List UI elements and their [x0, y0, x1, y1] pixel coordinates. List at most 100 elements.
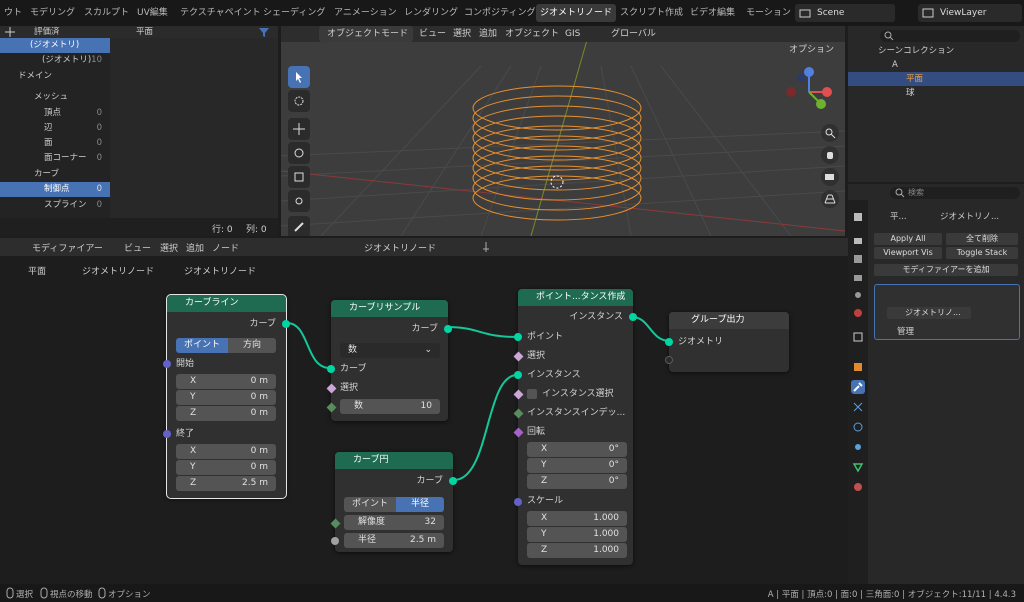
mode-points-toggle[interactable]: ポイント	[344, 497, 396, 512]
properties-search[interactable]: 検索	[890, 187, 1020, 199]
camera-view-button[interactable]	[821, 168, 839, 186]
outliner-item[interactable]: 球	[848, 86, 1024, 100]
mode-dropdown[interactable]: 数 ⌄	[340, 343, 440, 358]
menu-gis[interactable]: GIS	[565, 26, 580, 42]
filter-icon[interactable]	[258, 26, 270, 38]
transform-tool[interactable]	[288, 190, 310, 212]
3d-viewport[interactable]	[281, 26, 845, 236]
input-radius-socket[interactable]	[331, 537, 339, 545]
zoom-button[interactable]	[821, 124, 839, 142]
scale-z-field[interactable]: Z 1.000	[527, 543, 627, 558]
tab-compositing[interactable]: コンポジティング	[460, 4, 539, 22]
input-geometry-socket[interactable]	[665, 338, 673, 346]
end-y-field[interactable]: Y 0 m	[176, 460, 276, 475]
radius-field[interactable]: 半径 2.5 m	[344, 533, 444, 548]
output-curve-socket[interactable]	[444, 325, 452, 333]
node-curve-circle[interactable]: カーブ円 カーブ ポイント 半径 解像度 32 半径 2.5 m	[330, 452, 457, 552]
node-resample-curve[interactable]: カーブリサンプル カーブ 数 ⌄ カーブ 選択 数 10	[326, 300, 452, 421]
mode-dropdown[interactable]: オブジェクトモード	[319, 26, 413, 42]
tab-render[interactable]	[851, 234, 865, 248]
delete-all-button[interactable]: 全て削除	[946, 233, 1018, 245]
output-curve-socket[interactable]	[449, 477, 457, 485]
view-layer-selector[interactable]: ViewLayer	[918, 4, 1022, 22]
menu-add[interactable]: 追加	[479, 26, 497, 42]
input-instance-socket[interactable]	[514, 371, 522, 379]
menu-select[interactable]: 選択	[453, 26, 471, 42]
node-instance-on-points[interactable]: ポイント...タンス作成 インスタンス ポイント 選択 インスタンス インスタン…	[513, 289, 637, 565]
list-item[interactable]: 制御点 0	[0, 182, 110, 197]
spiral-curve[interactable]	[472, 85, 642, 221]
viewport-vis-button[interactable]: Viewport Vis	[874, 247, 942, 259]
start-x-field[interactable]: X 0 m	[176, 374, 276, 389]
rotation-y-field[interactable]: Y 0°	[527, 458, 627, 473]
pin-icon[interactable]	[480, 241, 492, 253]
tab-animation[interactable]: アニメーション	[330, 4, 401, 22]
end-x-field[interactable]: X 0 m	[176, 444, 276, 459]
input-curve-socket[interactable]	[327, 365, 335, 373]
tab-motion[interactable]: モーション	[742, 4, 795, 22]
node-curve-line[interactable]: カーブライン カーブ ポイント 方向 開始 X0 m Y0 m Z0 m 終了 …	[163, 294, 290, 499]
tab-uv[interactable]: UV編集	[133, 4, 172, 22]
menu-view[interactable]: ビュー	[124, 241, 151, 254]
mode-points-toggle[interactable]: ポイント	[176, 338, 228, 353]
transform-orientation[interactable]: グローバル	[611, 26, 656, 42]
tab-view-layer[interactable]	[851, 270, 865, 284]
list-item[interactable]: カーブ	[0, 167, 110, 182]
node-tree-selector[interactable]: ジオメトリノ...	[887, 307, 971, 319]
tab-sculpt[interactable]: スカルプト	[80, 4, 133, 22]
tab-video-editing[interactable]: ビデオ編集	[686, 4, 739, 22]
node-title[interactable]: カーブライン	[167, 295, 286, 312]
resolution-field[interactable]: 解像度 32	[344, 515, 444, 530]
list-item[interactable]: 辺0	[0, 121, 110, 136]
count-field[interactable]: 数 10	[340, 399, 440, 414]
outliner-item[interactable]: 平面	[848, 72, 1024, 86]
move-tool[interactable]	[288, 118, 310, 140]
input-points-socket[interactable]	[514, 333, 522, 341]
options-dropdown[interactable]: オプション	[789, 42, 834, 58]
outliner-scene-collection[interactable]: シーンコレクション	[848, 44, 1024, 58]
object-evaluation-icon[interactable]	[4, 26, 16, 38]
input-scale-socket[interactable]	[514, 498, 522, 506]
evaluation-state[interactable]: 評価済	[34, 26, 60, 38]
tab-shading[interactable]: シェーディング	[259, 4, 329, 22]
rotation-x-field[interactable]: X 0°	[527, 442, 627, 457]
node-title[interactable]: カーブ円	[335, 452, 453, 469]
tab-layout[interactable]: ウト	[0, 4, 26, 22]
breadcrumb-tree[interactable]: ジオメトリノード	[184, 264, 256, 277]
tab-material[interactable]	[851, 480, 865, 494]
tab-rendering[interactable]: レンダリング	[400, 4, 462, 22]
menu-object[interactable]: オブジェクト	[505, 26, 559, 42]
annotate-tool[interactable]	[288, 216, 310, 236]
mode-radius-toggle[interactable]: 半径	[396, 497, 444, 512]
apply-all-button[interactable]: Apply All	[874, 233, 942, 245]
select-box-tool[interactable]	[288, 66, 310, 88]
list-item[interactable]: 頂点 0	[0, 106, 110, 121]
list-item[interactable]: スプライン 0	[0, 198, 110, 213]
rotation-z-field[interactable]: Z 0°	[527, 474, 627, 489]
manage-section[interactable]: 管理	[897, 325, 914, 337]
list-item[interactable]: メッシュ	[0, 90, 110, 105]
scene-selector[interactable]: Scene	[795, 4, 895, 22]
perspective-toggle[interactable]	[821, 190, 839, 208]
list-item[interactable]: ドメイン	[0, 69, 110, 84]
tab-data[interactable]	[851, 460, 865, 474]
node-tree-selector[interactable]: ジオメトリノード	[338, 240, 478, 254]
tab-constraints[interactable]	[851, 440, 865, 454]
tab-scripting[interactable]: スクリプト作成	[616, 4, 687, 22]
list-item[interactable]: 面コーナー 0	[0, 151, 110, 166]
pick-instance-checkbox[interactable]	[527, 389, 537, 399]
tab-geometry-nodes[interactable]: ジオメトリノード	[536, 4, 617, 22]
node-title[interactable]: ポイント...タンス作成	[518, 289, 633, 306]
tab-output[interactable]	[851, 252, 865, 266]
input-end-socket[interactable]	[163, 430, 171, 438]
breadcrumb-object[interactable]: 平面	[28, 264, 46, 277]
rotate-tool[interactable]	[288, 142, 310, 164]
toggle-stack-button[interactable]: Toggle Stack	[946, 247, 1018, 259]
start-y-field[interactable]: Y 0 m	[176, 390, 276, 405]
tab-collection[interactable]	[851, 330, 865, 344]
pan-button[interactable]	[821, 146, 839, 164]
tab-physics[interactable]	[851, 420, 865, 434]
menu-node[interactable]: ノード	[212, 241, 239, 254]
menu-add[interactable]: 追加	[186, 241, 204, 254]
menu-view[interactable]: ビュー	[419, 26, 446, 42]
